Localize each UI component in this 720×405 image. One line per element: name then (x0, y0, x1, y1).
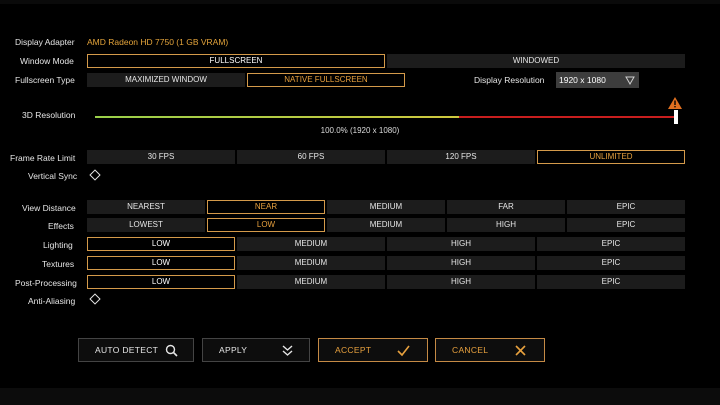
3d-resolution-label: 3D Resolution (22, 110, 76, 120)
double-chevron-down-icon (282, 345, 293, 356)
textures-label: Textures (42, 259, 75, 269)
accept-label: ACCEPT (335, 345, 372, 355)
lighting-label: Lighting (43, 240, 73, 250)
accept-button[interactable]: ACCEPT (318, 338, 428, 362)
3d-resolution-slider-handle[interactable] (674, 110, 678, 124)
post-processing-high[interactable]: HIGH (387, 275, 535, 289)
cancel-button[interactable]: CANCEL (435, 338, 545, 362)
textures-high[interactable]: HIGH (387, 256, 535, 270)
effects-epic[interactable]: EPIC (567, 218, 685, 232)
effects-lowest[interactable]: LOWEST (87, 218, 205, 232)
lighting-low[interactable]: LOW (87, 237, 235, 251)
apply-button[interactable]: APPLY (202, 338, 310, 362)
3d-resolution-track-green (95, 116, 459, 118)
auto-detect-button[interactable]: AUTO DETECT (78, 338, 194, 362)
display-resolution-value: 1920 x 1080 (559, 75, 606, 85)
view-distance-near[interactable]: NEAR (207, 200, 325, 214)
display-resolution-select[interactable]: 1920 x 1080 (556, 72, 639, 88)
post-processing-low[interactable]: LOW (87, 275, 235, 289)
view-distance-far[interactable]: FAR (447, 200, 565, 214)
auto-detect-label: AUTO DETECT (95, 345, 159, 355)
fullscreen-type-native[interactable]: NATIVE FULLSCREEN (247, 73, 405, 87)
effects-medium[interactable]: MEDIUM (327, 218, 445, 232)
top-edge (0, 0, 720, 4)
apply-label: APPLY (219, 345, 248, 355)
window-mode-label: Window Mode (20, 56, 74, 66)
effects-label: Effects (48, 221, 74, 231)
frame-rate-30[interactable]: 30 FPS (87, 150, 235, 164)
bottom-bar (0, 388, 720, 405)
frame-rate-120[interactable]: 120 FPS (387, 150, 535, 164)
display-adapter-label: Display Adapter (15, 37, 75, 47)
frame-rate-limit-label: Frame Rate Limit (10, 153, 76, 163)
search-icon (165, 344, 178, 357)
post-processing-epic[interactable]: EPIC (537, 275, 685, 289)
effects-low[interactable]: LOW (207, 218, 325, 232)
display-adapter-value: AMD Radeon HD 7750 (1 GB VRAM) (87, 37, 229, 47)
close-icon (515, 345, 526, 356)
lighting-medium[interactable]: MEDIUM (237, 237, 385, 251)
textures-low[interactable]: LOW (87, 256, 235, 270)
post-processing-medium[interactable]: MEDIUM (237, 275, 385, 289)
cancel-label: CANCEL (452, 345, 489, 355)
warning-icon (668, 97, 682, 109)
triangle-down-icon (625, 76, 635, 85)
effects-high[interactable]: HIGH (447, 218, 565, 232)
anti-aliasing-checkbox[interactable] (89, 293, 101, 305)
view-distance-medium[interactable]: MEDIUM (327, 200, 445, 214)
anti-aliasing-label: Anti-Aliasing (28, 296, 76, 306)
lighting-high[interactable]: HIGH (387, 237, 535, 251)
3d-resolution-readout: 100.0% (1920 x 1080) (320, 126, 400, 135)
window-mode-fullscreen[interactable]: FULLSCREEN (87, 54, 385, 68)
fullscreen-type-label: Fullscreen Type (15, 75, 75, 85)
3d-resolution-track-red (459, 116, 677, 118)
frame-rate-unlimited[interactable]: UNLIMITED (537, 150, 685, 164)
lighting-epic[interactable]: EPIC (537, 237, 685, 251)
view-distance-epic[interactable]: EPIC (567, 200, 685, 214)
view-distance-nearest[interactable]: NEAREST (87, 200, 205, 214)
checkmark-icon (397, 345, 410, 357)
view-distance-label: View Distance (22, 203, 76, 213)
display-resolution-label: Display Resolution (474, 75, 545, 85)
fullscreen-type-maximized[interactable]: MAXIMIZED WINDOW (87, 73, 245, 87)
frame-rate-60[interactable]: 60 FPS (237, 150, 385, 164)
vertical-sync-checkbox[interactable] (89, 169, 101, 181)
post-processing-label: Post-Processing (15, 278, 77, 288)
window-mode-windowed[interactable]: WINDOWED (387, 54, 685, 68)
textures-medium[interactable]: MEDIUM (237, 256, 385, 270)
textures-epic[interactable]: EPIC (537, 256, 685, 270)
vertical-sync-label: Vertical Sync (28, 171, 78, 181)
